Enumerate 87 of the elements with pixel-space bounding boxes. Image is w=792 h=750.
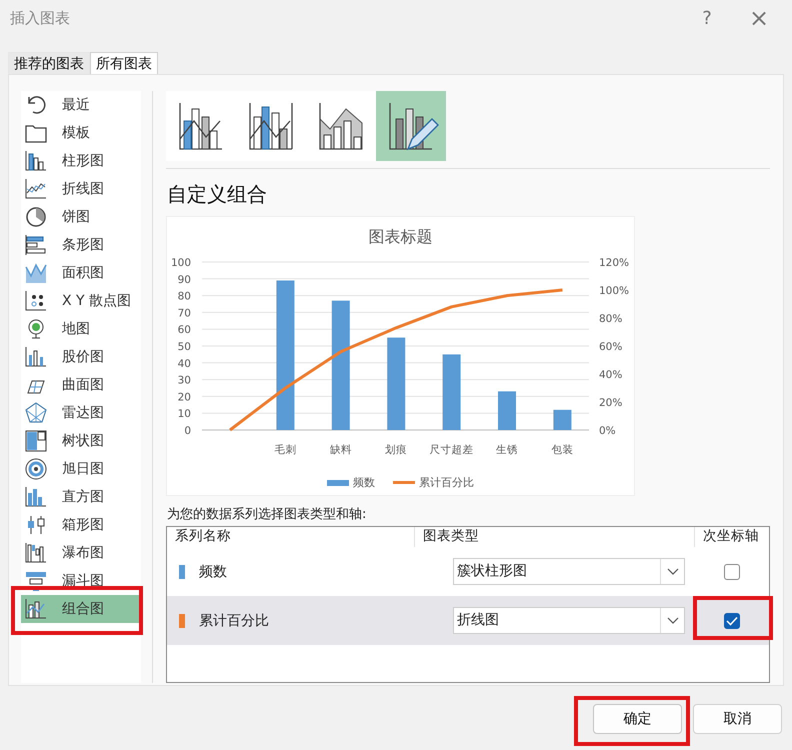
sidebar-item[interactable]: 直方图 <box>21 483 141 511</box>
series-name: 累计百分比 <box>199 612 269 630</box>
dialog-button[interactable]: 确定 <box>593 704 682 734</box>
axis-label: 120% <box>598 257 629 269</box>
waterfall-icon <box>24 541 48 565</box>
sidebar-item[interactable]: X Y 散点图 <box>21 287 141 315</box>
tab[interactable]: 推荐的图表 <box>8 52 90 74</box>
secondary-axis-checkbox[interactable] <box>724 564 740 580</box>
secondary-axis-checkbox[interactable] <box>724 612 740 628</box>
sidebar-item[interactable]: 地图 <box>21 315 141 343</box>
axis-label: 80% <box>598 313 622 325</box>
category-label: 尺寸超差 <box>429 444 474 456</box>
bar <box>552 410 571 430</box>
combo-chart-icon <box>24 597 48 621</box>
bar-chart-icon <box>24 233 48 257</box>
dialog-button[interactable]: 取消 <box>693 704 782 734</box>
axis-label: 30 <box>177 374 190 387</box>
sidebar-item[interactable]: 模板 <box>21 119 141 147</box>
window-title: 插入图表 <box>10 8 70 28</box>
axis-label: 20% <box>598 397 622 409</box>
category-label: 划痕 <box>384 444 407 456</box>
axis-label: 100 <box>170 257 190 269</box>
sidebar-item[interactable]: 条形图 <box>21 231 141 259</box>
pie-chart-icon <box>24 205 48 229</box>
legend-label: 累计百分比 <box>419 475 474 490</box>
section-heading: 自定义组合 <box>167 181 268 208</box>
histogram-icon <box>24 485 48 509</box>
sidebar-item[interactable]: 饼图 <box>21 203 141 231</box>
series-row[interactable]: 频数 簇状柱形图 <box>167 547 769 596</box>
column-header: 次坐标轴 <box>702 527 760 546</box>
axis-label: 40 <box>177 358 190 370</box>
axis-label: 10 <box>177 408 190 420</box>
bar <box>498 391 516 430</box>
column-header: 图表类型 <box>415 527 695 547</box>
chart-title: 图表标题 <box>368 227 432 248</box>
legend-bar-swatch <box>327 480 349 486</box>
axis-label: 50 <box>177 341 190 353</box>
axis-label: 100% <box>598 285 629 297</box>
sidebar-item[interactable]: 股价图 <box>21 343 141 371</box>
area-chart-icon <box>24 261 48 285</box>
category-label: 毛刺 <box>274 444 296 456</box>
treemap-icon <box>24 429 48 453</box>
sidebar-item[interactable]: 树状图 <box>21 427 141 455</box>
sidebar-item[interactable]: 柱形图 <box>21 147 141 175</box>
sidebar-item[interactable]: 最近 <box>21 91 141 119</box>
column-header: 系列名称 <box>167 527 415 547</box>
legend-line-swatch <box>393 481 415 484</box>
legend-label: 频数 <box>353 475 375 490</box>
scatter-chart-icon <box>24 289 48 313</box>
chart-type-dropdown[interactable]: 折线图 <box>453 607 685 634</box>
line-chart-icon <box>24 177 48 201</box>
caret-icon <box>666 616 678 624</box>
category-label: 包装 <box>550 444 573 456</box>
axis-label: 80 <box>177 290 190 303</box>
sidebar-item[interactable]: 面积图 <box>21 259 141 287</box>
instruction-text: 为您的数据系列选择图表类型和轴: <box>167 506 368 523</box>
check-icon <box>726 616 738 626</box>
axis-label: 20 <box>177 391 190 404</box>
axis-label: 0% <box>598 425 616 437</box>
sidebar-item[interactable]: 雷达图 <box>21 399 141 427</box>
category-label: 缺料 <box>329 444 352 456</box>
close-button[interactable]: × <box>736 3 782 33</box>
sidebar-item[interactable]: 箱形图 <box>21 511 141 539</box>
axis-label: 90 <box>177 274 190 286</box>
axis-label: 70 <box>177 307 190 320</box>
sidebar-item[interactable]: 瀑布图 <box>21 539 141 567</box>
series-name: 频数 <box>199 562 227 580</box>
funnel-icon <box>24 569 48 593</box>
axis-label: 60 <box>177 324 190 336</box>
category-label: 生锈 <box>496 444 518 456</box>
sunburst-icon <box>24 457 48 481</box>
sidebar-item[interactable]: 旭日图 <box>21 455 141 483</box>
axis-label: 60% <box>598 341 622 353</box>
sidebar-item[interactable]: 漏斗图 <box>21 567 141 595</box>
axis-label: 0 <box>184 425 190 437</box>
sidebar-item[interactable]: 曲面图 <box>21 371 141 399</box>
caret-icon <box>666 568 678 576</box>
radar-chart-icon <box>24 401 48 425</box>
chart-type-dropdown[interactable]: 簇状柱形图 <box>453 558 685 585</box>
sidebar-item[interactable]: 折线图 <box>21 175 141 203</box>
chart-subtype-button[interactable] <box>376 91 446 161</box>
axis-label: 40% <box>598 369 622 381</box>
column-chart-icon <box>24 149 48 173</box>
tab[interactable]: 所有图表 <box>90 52 158 74</box>
stock-chart-icon <box>24 345 48 369</box>
help-button[interactable]: ? <box>684 3 730 33</box>
sidebar-item[interactable]: 组合图 <box>21 595 141 623</box>
